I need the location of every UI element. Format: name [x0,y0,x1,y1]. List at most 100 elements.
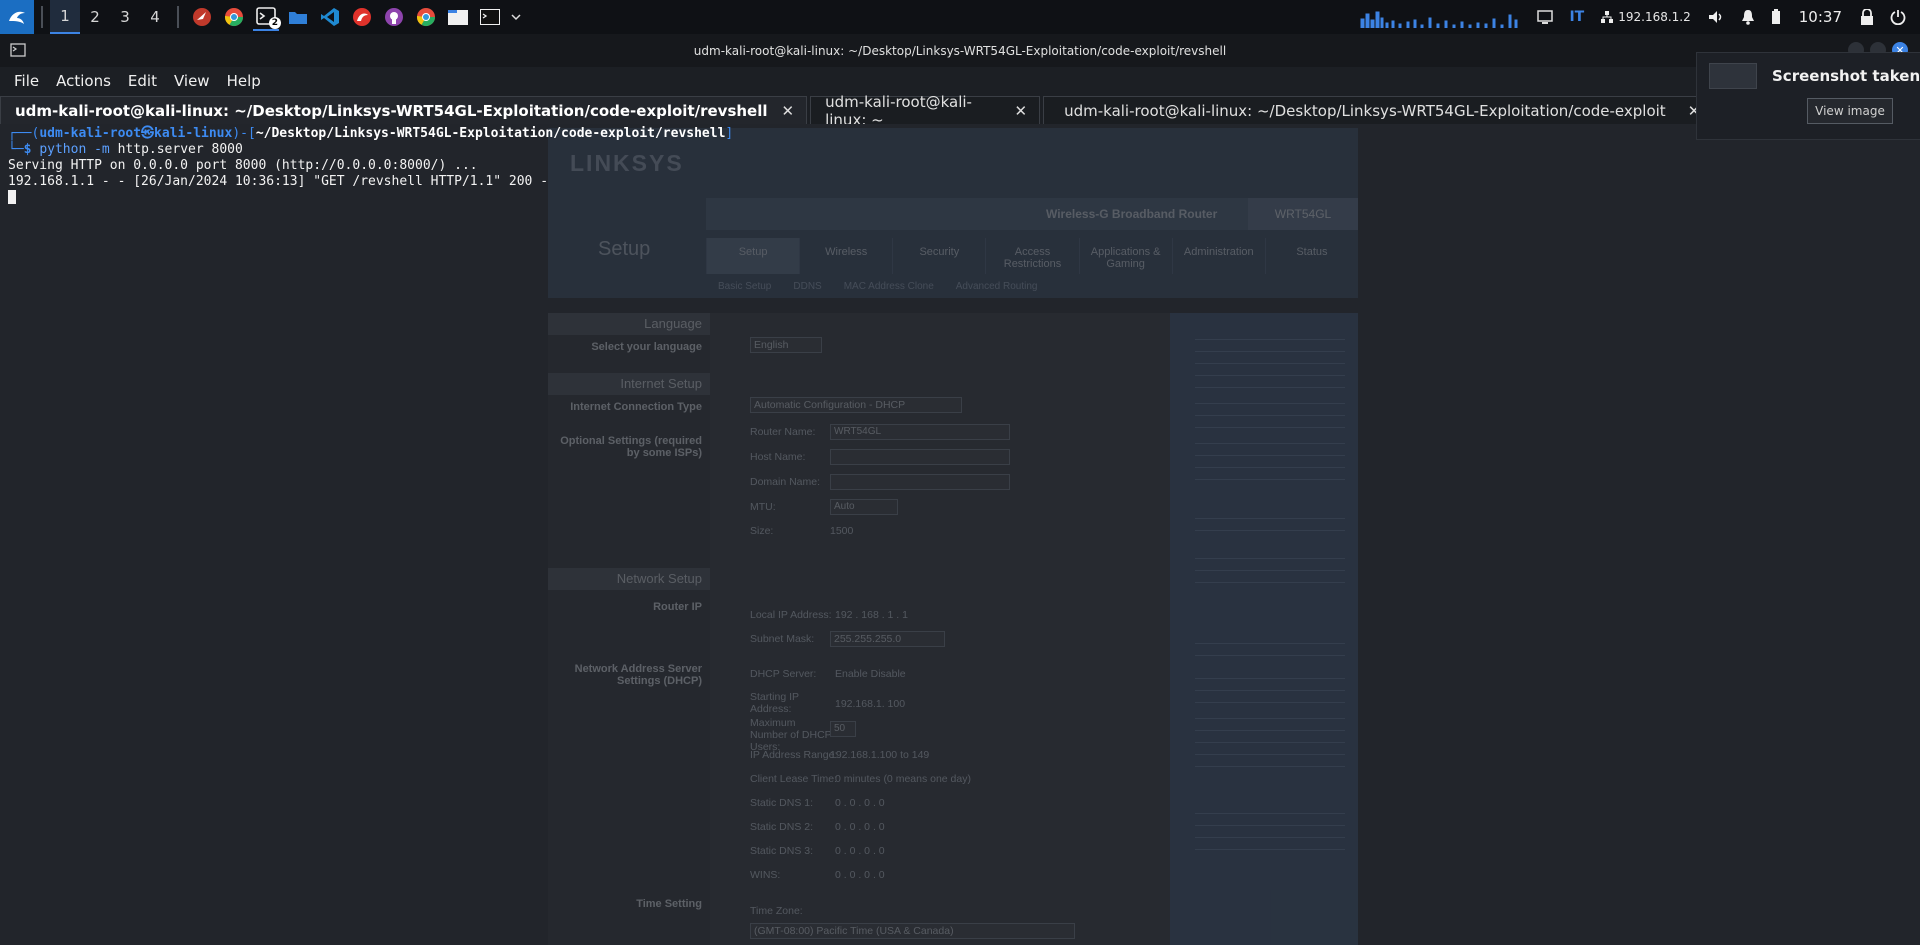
cpu-graph-icon [1359,8,1520,28]
menu-actions[interactable]: Actions [56,72,111,90]
field-label: Router Name: [750,426,816,438]
domain-name-input[interactable] [830,474,1010,490]
notification-bell-icon[interactable] [1741,9,1755,25]
window-title: udm-kali-root@kali-linux: ~/Desktop/Link… [693,43,1227,58]
help-text-block [1195,718,1345,778]
max-dhcp-users-input[interactable]: 50 [830,721,856,737]
workspace-4[interactable]: 4 [140,0,170,34]
close-tab-icon[interactable]: ✕ [1015,102,1028,120]
router-tab-apps[interactable]: Applications & Gaming [1078,238,1172,274]
close-tab-icon[interactable]: ✕ [782,102,795,120]
product-bar: Wireless-G Broadband Router WRT54GL [706,198,1358,230]
help-text-block [1195,339,1345,399]
lan-label: WINS: [750,869,781,881]
host-name-input[interactable] [830,449,1010,465]
router-tab-status[interactable]: Status [1264,238,1358,274]
clock[interactable]: 10:37 [1799,8,1842,26]
field-label: MTU: [750,501,776,513]
language-select[interactable]: English [750,337,822,353]
display-icon[interactable] [1537,10,1554,24]
label-time-setting: Time Setting [636,898,702,910]
prompt-line-2: └─$ python -m http.server 8000 [8,142,733,158]
dns1-value[interactable]: 0 . 0 . 0 . 0 [835,797,885,809]
chevron-down-icon[interactable] [509,4,523,30]
help-text-block [1195,518,1345,542]
router-name-input[interactable]: WRT54GL [830,424,1010,440]
help-text-block [1195,443,1345,491]
dns2-value[interactable]: 0 . 0 . 0 . 0 [835,821,885,833]
keyboard-layout[interactable]: IT [1569,9,1584,25]
window-titlebar[interactable]: udm-kali-root@kali-linux: ~/Desktop/Link… [0,34,1920,67]
chrome-icon[interactable] [413,4,439,30]
terminal-icon[interactable]: 2 [253,3,281,31]
model-badge: WRT54GL [1248,198,1358,230]
notification-title: Screenshot taken [1772,67,1920,85]
subtab-mac-clone[interactable]: MAC Address Clone [844,281,934,292]
workspace-1[interactable]: 1 [50,0,80,34]
power-icon[interactable] [1890,9,1906,25]
volume-icon[interactable] [1707,9,1725,25]
network-status[interactable]: 192.168.1.2 [1600,10,1691,24]
product-name: Wireless-G Broadband Router [1046,207,1218,221]
subtab-ddns[interactable]: DDNS [793,281,821,292]
kali-menu-icon[interactable] [0,0,34,34]
ip-address: 192.168.1.2 [1618,10,1691,24]
mtu-select[interactable]: Auto [830,499,898,515]
subtab-routing[interactable]: Advanced Routing [956,281,1038,292]
vscode-icon[interactable] [317,4,343,30]
network-icon [1601,11,1614,23]
router-tab-wireless[interactable]: Wireless [799,238,892,274]
connection-type-select[interactable]: Automatic Configuration - DHCP [750,397,962,413]
menu-help[interactable]: Help [227,72,261,90]
menu-file[interactable]: File [14,72,39,90]
tab-revshell[interactable]: udm-kali-root@kali-linux: ~/Desktop/Link… [0,96,808,124]
prompt-line-1: ┌──(udm-kali-root㉿kali-linux)-[~/Desktop… [8,126,733,142]
kali-tool-icon[interactable] [349,4,375,30]
output-line: 192.168.1.1 - - [26/Jan/2024 10:36:13] "… [8,174,549,189]
screenshot-notification[interactable]: Screenshot taken View image [1696,52,1920,140]
panel-separator [41,6,43,28]
router-tab-admin[interactable]: Administration [1171,238,1265,274]
file-manager-icon[interactable] [445,4,471,30]
chrome-icon[interactable] [221,4,247,30]
router-tab-setup[interactable]: Setup [706,238,800,274]
tab-code-exploit[interactable]: udm-kali-root@kali-linux: ~/Desktop/Link… [1043,96,1714,124]
menu-edit[interactable]: Edit [128,72,157,90]
label-connection-type: Internet Connection Type [570,401,702,413]
terminal-output[interactable]: LINKSYS Wireless-G Broadband Router WRT5… [0,124,1920,945]
help-text-block [1195,678,1345,714]
field-label: Domain Name: [750,476,821,488]
local-ip-value[interactable]: 192 . 168 . 1 . 1 [835,609,908,621]
router-tab-security[interactable]: Security [892,238,985,274]
menu-view[interactable]: View [174,72,210,90]
prompt-frame: ┌──( [8,126,40,141]
output-line: Serving HTTP on 0.0.0.0 port 8000 (http:… [8,158,478,173]
terminal-icon[interactable] [477,4,503,30]
router-sidebar: Language Select your language Internet S… [548,313,710,945]
label-dhcp-settings: Network Address Server Settings (DHCP) [574,663,702,687]
workspace-3[interactable]: 3 [110,0,140,34]
starting-ip-value[interactable]: 192.168.1. 100 [835,698,905,710]
menu-bar: File Actions Edit View Help [0,67,1920,95]
lease-time-value[interactable]: 0 minutes (0 means one day) [835,773,971,785]
dns3-value[interactable]: 0 . 0 . 0 . 0 [835,845,885,857]
section-title: Setup [598,238,651,260]
dhcp-server-radio[interactable]: Enable Disable [835,668,906,680]
battery-icon[interactable] [1771,9,1781,25]
workspace-2[interactable]: 2 [80,0,110,34]
wins-value[interactable]: 0 . 0 . 0 . 0 [835,869,885,881]
terminal-window-icon [10,43,26,57]
github-icon[interactable] [381,4,407,30]
time-zone-select[interactable]: (GMT-08:00) Pacific Time (USA & Canada) [750,923,1075,939]
lock-icon[interactable] [1860,9,1874,25]
router-tab-access[interactable]: Access Restrictions [985,238,1078,274]
view-image-button[interactable]: View image [1807,98,1893,124]
subnet-mask-select[interactable]: 255.255.255.0 [830,631,945,647]
tab-home[interactable]: udm-kali-root@kali-linux: ~ ✕ [810,93,1041,129]
screenshot-thumbnail[interactable] [1709,63,1757,89]
subtab-basic[interactable]: Basic Setup [718,281,771,292]
tab-label: udm-kali-root@kali-linux: ~/Desktop/Link… [15,101,768,120]
lan-label: Local IP Address: [750,609,832,621]
folder-icon[interactable] [285,4,311,30]
kali-dragon-icon[interactable] [189,4,215,30]
